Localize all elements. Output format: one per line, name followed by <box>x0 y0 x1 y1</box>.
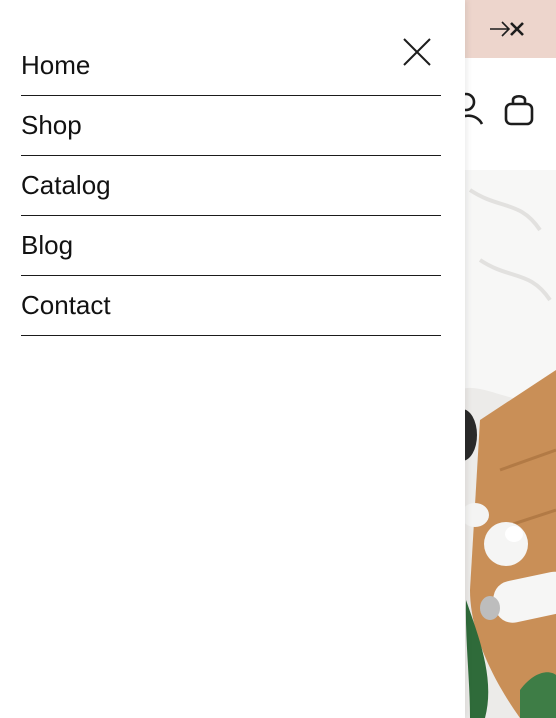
menu-item-shop[interactable]: Shop <box>21 96 441 156</box>
menu-item-label: Blog <box>21 230 74 260</box>
menu-item-contact[interactable]: Contact <box>21 276 441 336</box>
announcement-close-icon[interactable] <box>508 20 526 38</box>
navigation-drawer: Home Shop Catalog Blog Contact <box>0 0 465 718</box>
menu-item-catalog[interactable]: Catalog <box>21 156 441 216</box>
shopping-bag-icon[interactable] <box>502 92 536 126</box>
menu-item-home[interactable]: Home <box>21 36 441 96</box>
menu-item-blog[interactable]: Blog <box>21 216 441 276</box>
menu-list: Home Shop Catalog Blog Contact <box>21 36 441 336</box>
menu-item-label: Home <box>21 50 91 80</box>
menu-item-label: Catalog <box>21 170 111 200</box>
menu-item-label: Contact <box>21 290 111 320</box>
menu-item-label: Shop <box>21 110 82 140</box>
